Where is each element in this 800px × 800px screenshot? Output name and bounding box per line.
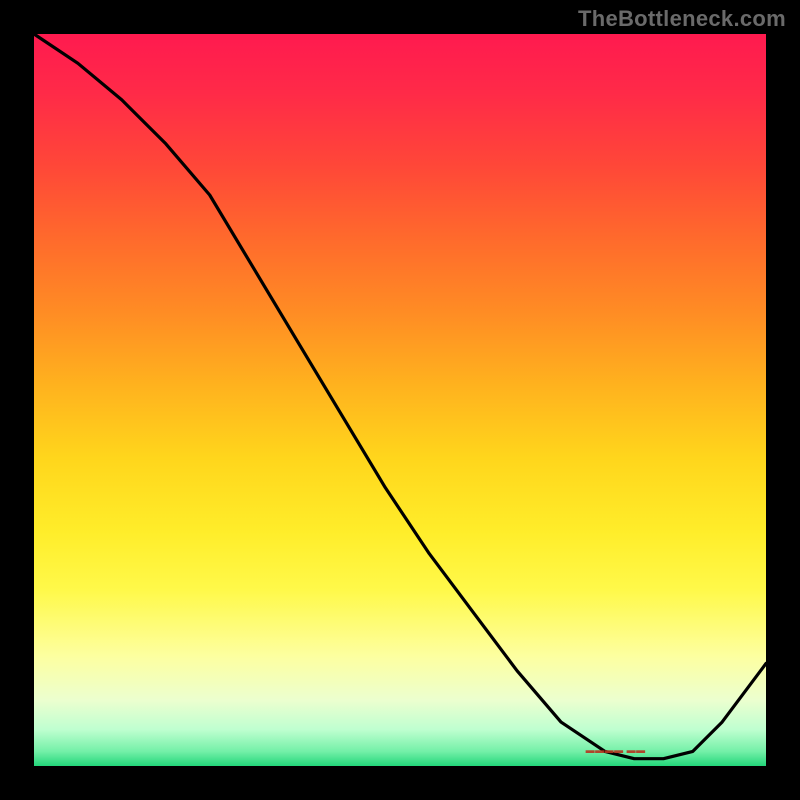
- chart-frame: TheBottleneck.com ▬▬▬▬ ▬▬: [0, 0, 800, 800]
- annotation-dash: ▬▬▬▬ ▬▬: [586, 745, 646, 755]
- line-layer: [34, 34, 766, 766]
- watermark-text: TheBottleneck.com: [578, 6, 786, 32]
- plot-area: ▬▬▬▬ ▬▬: [34, 34, 766, 766]
- curve-line: [34, 34, 766, 759]
